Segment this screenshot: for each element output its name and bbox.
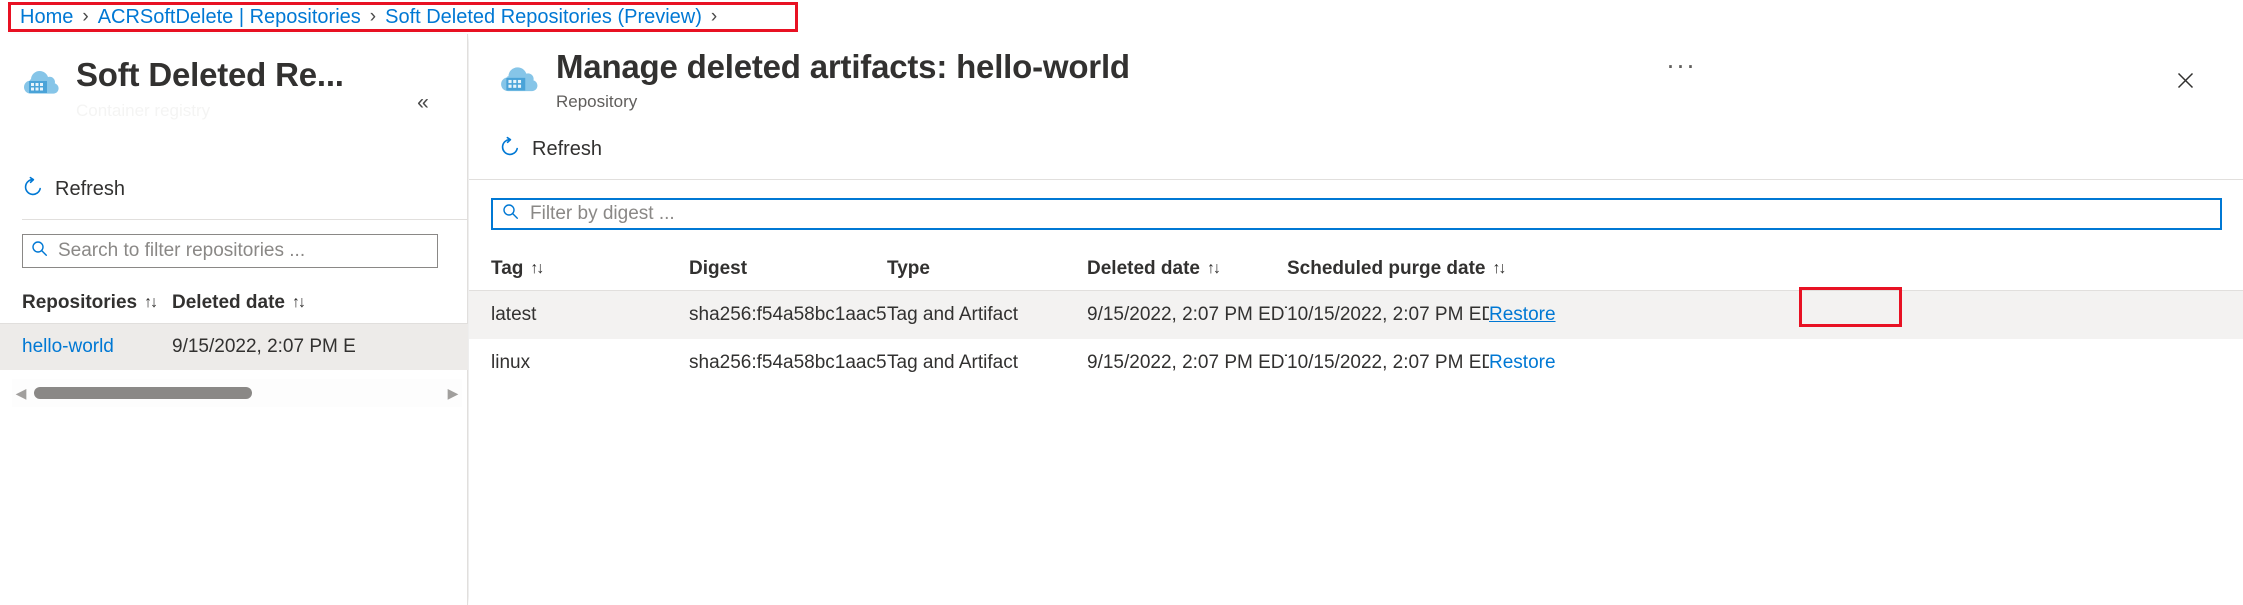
breadcrumb-separator: ›: [82, 6, 88, 28]
scroll-left-arrow-icon[interactable]: ◀: [12, 379, 30, 407]
search-icon: [31, 240, 48, 262]
table-row[interactable]: hello-world 9/15/2022, 2:07 PM E: [0, 324, 468, 370]
container-registry-icon: [499, 64, 541, 103]
repository-search-box[interactable]: [22, 234, 438, 268]
column-header-repositories-label: Repositories: [22, 292, 137, 314]
left-toolbar-divider: [22, 219, 468, 220]
breadcrumb-separator-trailing: ›: [711, 6, 717, 28]
repositories-table-header: Repositories ↑↓ Deleted date ↑↓: [0, 282, 468, 324]
refresh-icon: [22, 176, 44, 203]
main-refresh-button[interactable]: Refresh: [499, 133, 602, 165]
artifact-tag: linux: [491, 352, 689, 374]
horizontal-scrollbar[interactable]: ◀ ▶: [12, 379, 462, 407]
column-header-digest[interactable]: Digest: [689, 258, 887, 280]
digest-filter-box[interactable]: [491, 198, 2222, 230]
left-panel-header: Soft Deleted Re... Container registry: [0, 46, 468, 116]
chevron-double-left-icon: «: [417, 91, 429, 115]
breadcrumb-item-acrsoftdelete-repositories[interactable]: ACRSoftDelete | Repositories: [98, 6, 361, 29]
manage-deleted-artifacts-panel: Manage deleted artifacts: hello-world Re…: [469, 34, 2243, 605]
sort-icon: ↑↓: [1207, 260, 1219, 278]
repository-search-input[interactable]: [56, 239, 429, 263]
page-title: Manage deleted artifacts: hello-world: [556, 48, 1130, 86]
column-header-digest-label: Digest: [689, 258, 747, 280]
column-header-tag[interactable]: Tag ↑↓: [491, 258, 689, 280]
restore-link[interactable]: Restore: [1489, 304, 1556, 325]
artifact-digest: sha256:f54a58bc1aac5ea1a25...: [689, 352, 887, 374]
breadcrumb-separator: ›: [370, 6, 376, 28]
scroll-right-arrow-icon[interactable]: ▶: [444, 379, 462, 407]
column-header-repositories[interactable]: Repositories ↑↓: [22, 292, 172, 314]
repositories-table: Repositories ↑↓ Deleted date ↑↓ hello-wo…: [0, 282, 468, 370]
breadcrumb-item-soft-deleted-repositories[interactable]: Soft Deleted Repositories (Preview): [385, 6, 702, 29]
breadcrumb-item-home[interactable]: Home: [20, 6, 73, 29]
sort-icon: ↑↓: [144, 294, 156, 312]
close-icon: [2176, 71, 2195, 95]
left-refresh-button[interactable]: Refresh: [22, 173, 125, 205]
main-refresh-label: Refresh: [532, 138, 602, 161]
scrollbar-thumb[interactable]: [34, 387, 252, 399]
restore-cell: Restore: [1489, 352, 1689, 374]
artifact-type: Tag and Artifact: [887, 304, 1087, 326]
artifact-deleted-date: 9/15/2022, 2:07 PM EDT: [1087, 304, 1287, 326]
deleted-artifacts-table: Tag ↑↓ Digest Type Deleted date ↑↓ Sched…: [469, 247, 2243, 387]
sort-icon: ↑↓: [1492, 260, 1504, 278]
table-row[interactable]: latest sha256:f54a58bc1aac5ea1a25... Tag…: [469, 291, 2243, 339]
more-actions-button[interactable]: ···: [1666, 52, 1696, 78]
column-header-tag-label: Tag: [491, 258, 523, 280]
close-button[interactable]: [2166, 64, 2204, 102]
artifact-digest: sha256:f54a58bc1aac5ea1a25...: [689, 304, 887, 326]
table-row[interactable]: linux sha256:f54a58bc1aac5ea1a25... Tag …: [469, 339, 2243, 387]
artifact-type: Tag and Artifact: [887, 352, 1087, 374]
artifact-deleted-date: 9/15/2022, 2:07 PM EDT: [1087, 352, 1287, 374]
sort-icon: ↑↓: [292, 294, 304, 312]
repository-name-link[interactable]: hello-world: [22, 336, 172, 358]
column-header-type[interactable]: Type: [887, 258, 1087, 280]
column-header-deleted-date-label: Deleted date: [172, 292, 285, 314]
search-icon: [502, 203, 519, 225]
page-subtitle: Repository: [556, 92, 637, 112]
column-header-deleted-date-label: Deleted date: [1087, 258, 1200, 280]
column-header-type-label: Type: [887, 258, 930, 280]
deleted-artifacts-table-header: Tag ↑↓ Digest Type Deleted date ↑↓ Sched…: [469, 247, 2243, 291]
container-registry-icon: [22, 68, 62, 105]
digest-filter-input[interactable]: [528, 202, 2211, 226]
left-panel-title: Soft Deleted Re...: [76, 56, 344, 94]
repository-deleted-date: 9/15/2022, 2:07 PM E: [172, 336, 438, 358]
left-panel-subtitle: Container registry: [76, 101, 210, 121]
collapse-panel-button[interactable]: «: [406, 86, 440, 120]
sort-icon: ↑↓: [530, 260, 542, 278]
artifact-tag: latest: [491, 304, 689, 326]
restore-link[interactable]: Restore: [1489, 352, 1556, 373]
main-toolbar-divider: [469, 179, 2243, 180]
refresh-icon: [499, 136, 521, 163]
artifact-purge-date: 10/15/2022, 2:07 PM EDT: [1287, 352, 1489, 374]
column-header-scheduled-purge-date[interactable]: Scheduled purge date ↑↓: [1287, 258, 1489, 280]
artifact-purge-date: 10/15/2022, 2:07 PM EDT: [1287, 304, 1489, 326]
column-header-deleted-date[interactable]: Deleted date ↑↓: [1087, 258, 1287, 280]
left-refresh-label: Refresh: [55, 178, 125, 201]
scrollbar-track[interactable]: [30, 379, 444, 407]
breadcrumb: Home › ACRSoftDelete | Repositories › So…: [0, 0, 2243, 34]
soft-deleted-repositories-panel: Soft Deleted Re... Container registry « …: [0, 34, 468, 605]
column-header-scheduled-purge-date-label: Scheduled purge date: [1287, 258, 1485, 280]
restore-cell: Restore: [1489, 304, 1689, 326]
column-header-deleted-date[interactable]: Deleted date ↑↓: [172, 292, 432, 314]
